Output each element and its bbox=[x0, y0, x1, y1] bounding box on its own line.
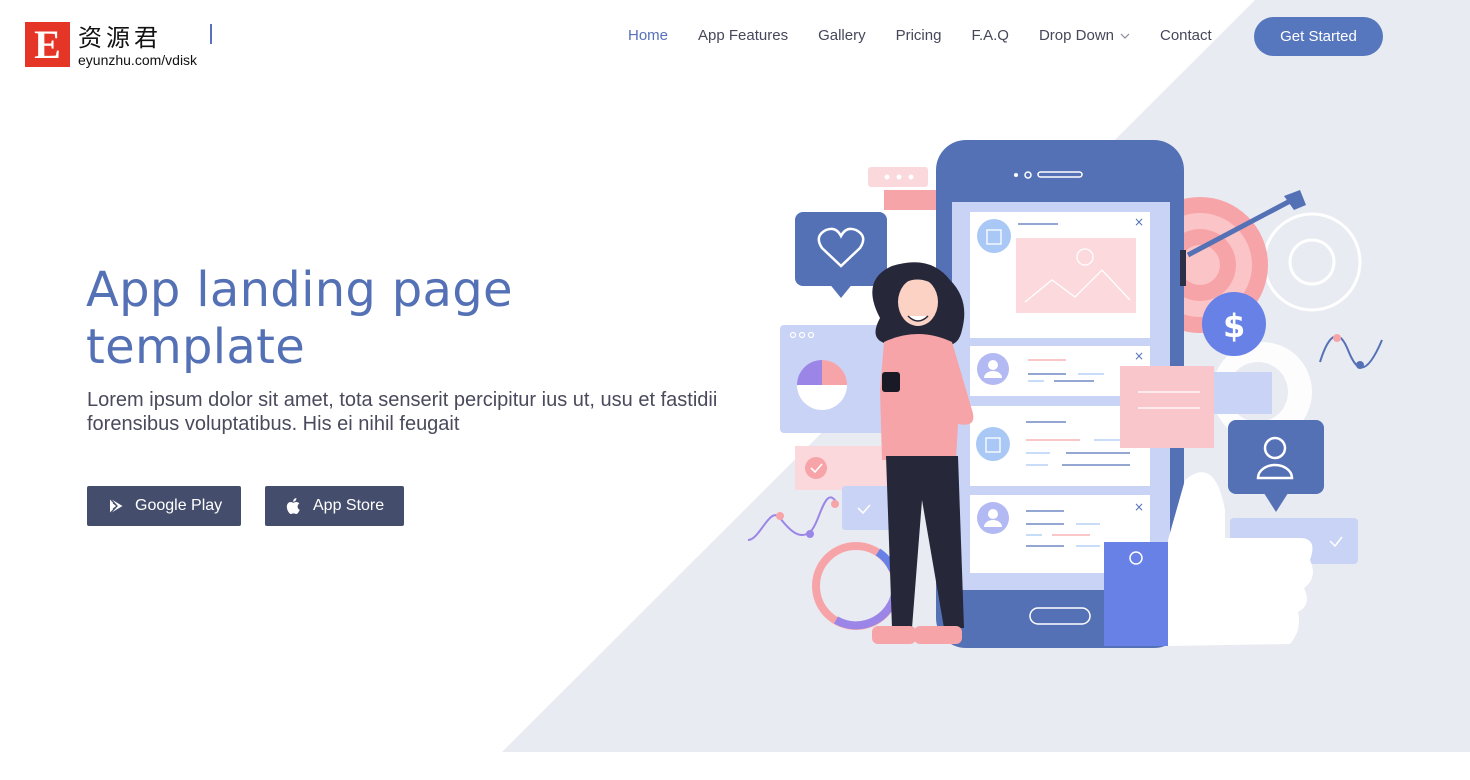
logo-mark: E bbox=[25, 22, 70, 67]
main-nav: Home App Features Gallery Pricing F.A.Q … bbox=[613, 24, 1227, 48]
apple-icon bbox=[285, 497, 303, 515]
svg-text:$: $ bbox=[1223, 307, 1245, 345]
logo-name: 资源君 bbox=[78, 24, 162, 52]
gear-icon bbox=[1262, 212, 1362, 312]
user-bubble-icon bbox=[1228, 420, 1324, 512]
hero-subtitle: Lorem ipsum dolor sit amet, tota senseri… bbox=[87, 389, 718, 435]
svg-text:×: × bbox=[1134, 215, 1144, 229]
nav-home[interactable]: Home bbox=[613, 24, 683, 48]
nav-gallery[interactable]: Gallery bbox=[803, 24, 881, 48]
hero-title: App landing page template bbox=[86, 262, 513, 375]
nav-pricing[interactable]: Pricing bbox=[881, 24, 957, 48]
sparkline-icon bbox=[1319, 335, 1383, 369]
nav-drop-down[interactable]: Drop Down bbox=[1024, 24, 1145, 48]
google-play-label: Google Play bbox=[135, 497, 223, 514]
svg-text:×: × bbox=[1134, 500, 1144, 514]
nav-contact[interactable]: Contact bbox=[1145, 24, 1227, 48]
google-play-icon bbox=[107, 497, 125, 515]
dollar-coin-icon: $ bbox=[1202, 292, 1266, 356]
svg-text:×: × bbox=[1134, 349, 1144, 363]
donut-chart-icon bbox=[812, 542, 900, 630]
logo[interactable]: E 资源君 eyunzhu.com/vdisk bbox=[25, 22, 197, 68]
notification-card: × bbox=[970, 212, 1150, 338]
logo-text: 资源君 eyunzhu.com/vdisk bbox=[78, 22, 197, 68]
text-cursor bbox=[210, 24, 212, 44]
site-header: E 资源君 eyunzhu.com/vdisk Home App Feature… bbox=[0, 0, 1470, 75]
nav-faq[interactable]: F.A.Q bbox=[956, 24, 1024, 48]
logo-url: eyunzhu.com/vdisk bbox=[78, 52, 198, 68]
app-store-label: App Store bbox=[313, 497, 385, 514]
sparkline-icon bbox=[747, 496, 839, 541]
google-play-button[interactable]: Google Play bbox=[87, 486, 241, 526]
floating-card bbox=[1120, 366, 1214, 448]
app-store-button[interactable]: App Store bbox=[265, 486, 404, 526]
nav-app-features[interactable]: App Features bbox=[683, 24, 803, 48]
chevron-down-icon bbox=[1120, 33, 1130, 39]
heart-bubble-icon bbox=[795, 212, 887, 298]
nav-drop-down-label: Drop Down bbox=[1038, 27, 1114, 44]
hero-illustration: × × × $ bbox=[747, 140, 1383, 648]
get-started-button[interactable]: Get Started bbox=[1254, 17, 1383, 56]
